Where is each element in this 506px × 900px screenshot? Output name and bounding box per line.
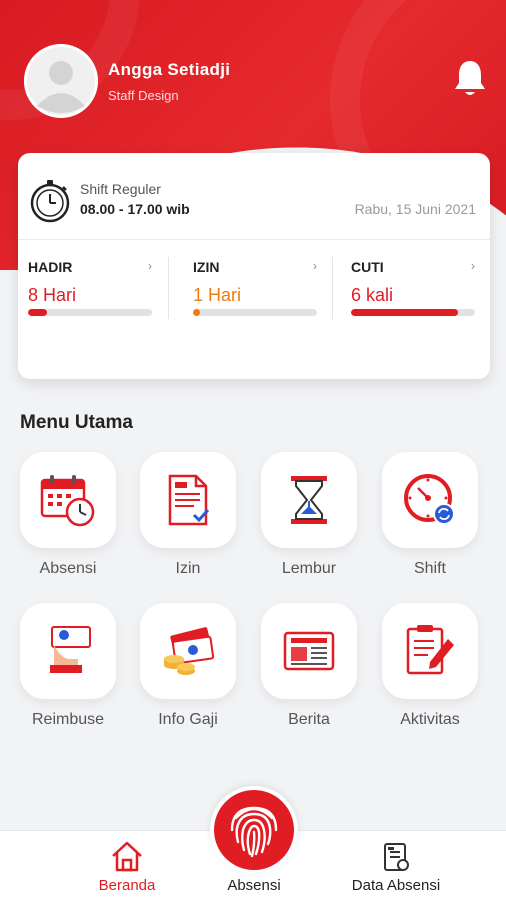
shift-date: Rabu, 15 Juni 2021 <box>354 201 476 217</box>
nav-label: Data Absensi <box>351 877 441 894</box>
stat-progress-bar <box>28 309 152 316</box>
menu-label: Absensi <box>39 560 97 577</box>
menu-label: Info Gaji <box>158 711 218 728</box>
nav-label: Absensi <box>227 877 281 894</box>
clipboard-pen-icon <box>406 625 454 675</box>
menu-label: Izin <box>175 560 201 577</box>
nav-beranda[interactable]: Beranda <box>62 831 192 900</box>
document-list-icon <box>384 843 409 871</box>
bell-icon[interactable] <box>452 58 488 98</box>
card-divider <box>18 239 490 240</box>
stat-label: CUTI <box>351 259 384 275</box>
fingerprint-attendance-button[interactable] <box>210 786 298 874</box>
attendance-summary-card: Shift Reguler 08.00 - 17.00 wib Rabu, 15… <box>18 153 490 379</box>
stat-value: 8 Hari <box>28 285 77 305</box>
stat-value: 1 Hari <box>193 285 242 305</box>
profile-section[interactable]: Angga Setiadji Staff Design <box>24 44 230 118</box>
menu-label: Reimbuse <box>31 711 105 728</box>
calendar-clock-icon <box>40 475 95 527</box>
home-icon <box>112 841 142 872</box>
menu-label: Shift <box>413 560 446 577</box>
stat-progress-bar <box>193 309 317 316</box>
menu-label: Aktivitas <box>400 711 460 728</box>
stat-cuti[interactable]: CUTI › 6 kali <box>351 259 475 319</box>
hand-money-icon <box>50 626 91 673</box>
shift-name: Shift Reguler <box>80 181 161 197</box>
clock-refresh-icon <box>404 474 455 525</box>
menu-item-reimbuse[interactable]: Reimbuse <box>18 603 118 729</box>
menu-item-absensi[interactable]: Absensi <box>18 452 118 578</box>
user-name: Angga Setiadji <box>108 59 231 79</box>
document-check-icon <box>168 474 210 526</box>
newspaper-icon <box>283 631 335 671</box>
avatar[interactable] <box>24 44 98 118</box>
user-placeholder-icon <box>24 44 98 118</box>
menu-item-shift[interactable]: Shift <box>380 452 480 578</box>
stat-progress-bar <box>351 309 475 316</box>
fingerprint-icon <box>230 806 278 858</box>
nav-label: Beranda <box>98 877 156 894</box>
menu-item-info-gaji[interactable]: Info Gaji <box>138 603 238 729</box>
menu-item-izin[interactable]: Izin <box>138 452 238 578</box>
stopwatch-icon <box>30 180 70 223</box>
chevron-right-icon: › <box>313 259 317 273</box>
stat-divider <box>332 257 333 319</box>
menu-item-berita[interactable]: Berita <box>259 603 359 729</box>
chevron-right-icon: › <box>148 259 152 273</box>
shift-info: Shift Reguler 08.00 - 17.00 wib Rabu, 15… <box>28 177 476 223</box>
menu-label: Berita <box>288 711 330 728</box>
stat-izin[interactable]: IZIN › 1 Hari <box>193 259 317 319</box>
stat-label: IZIN <box>193 259 220 275</box>
menu-label: Lembur <box>281 560 337 577</box>
nav-data-absensi[interactable]: Data Absensi <box>331 831 461 900</box>
money-coins-icon <box>164 627 215 675</box>
stat-hadir[interactable]: HADIR › 8 Hari <box>28 259 152 319</box>
stat-value: 6 kali <box>351 285 394 305</box>
menu-item-lembur[interactable]: Lembur <box>259 452 359 578</box>
chevron-right-icon: › <box>471 259 475 273</box>
stat-label: HADIR <box>28 259 73 275</box>
stat-divider <box>168 257 169 319</box>
shift-time: 08.00 - 17.00 wib <box>80 201 190 217</box>
user-role: Staff Design <box>108 87 179 103</box>
hourglass-icon <box>291 476 327 524</box>
menu-item-aktivitas[interactable]: Aktivitas <box>380 603 480 729</box>
menu-title: Menu Utama <box>20 412 133 433</box>
